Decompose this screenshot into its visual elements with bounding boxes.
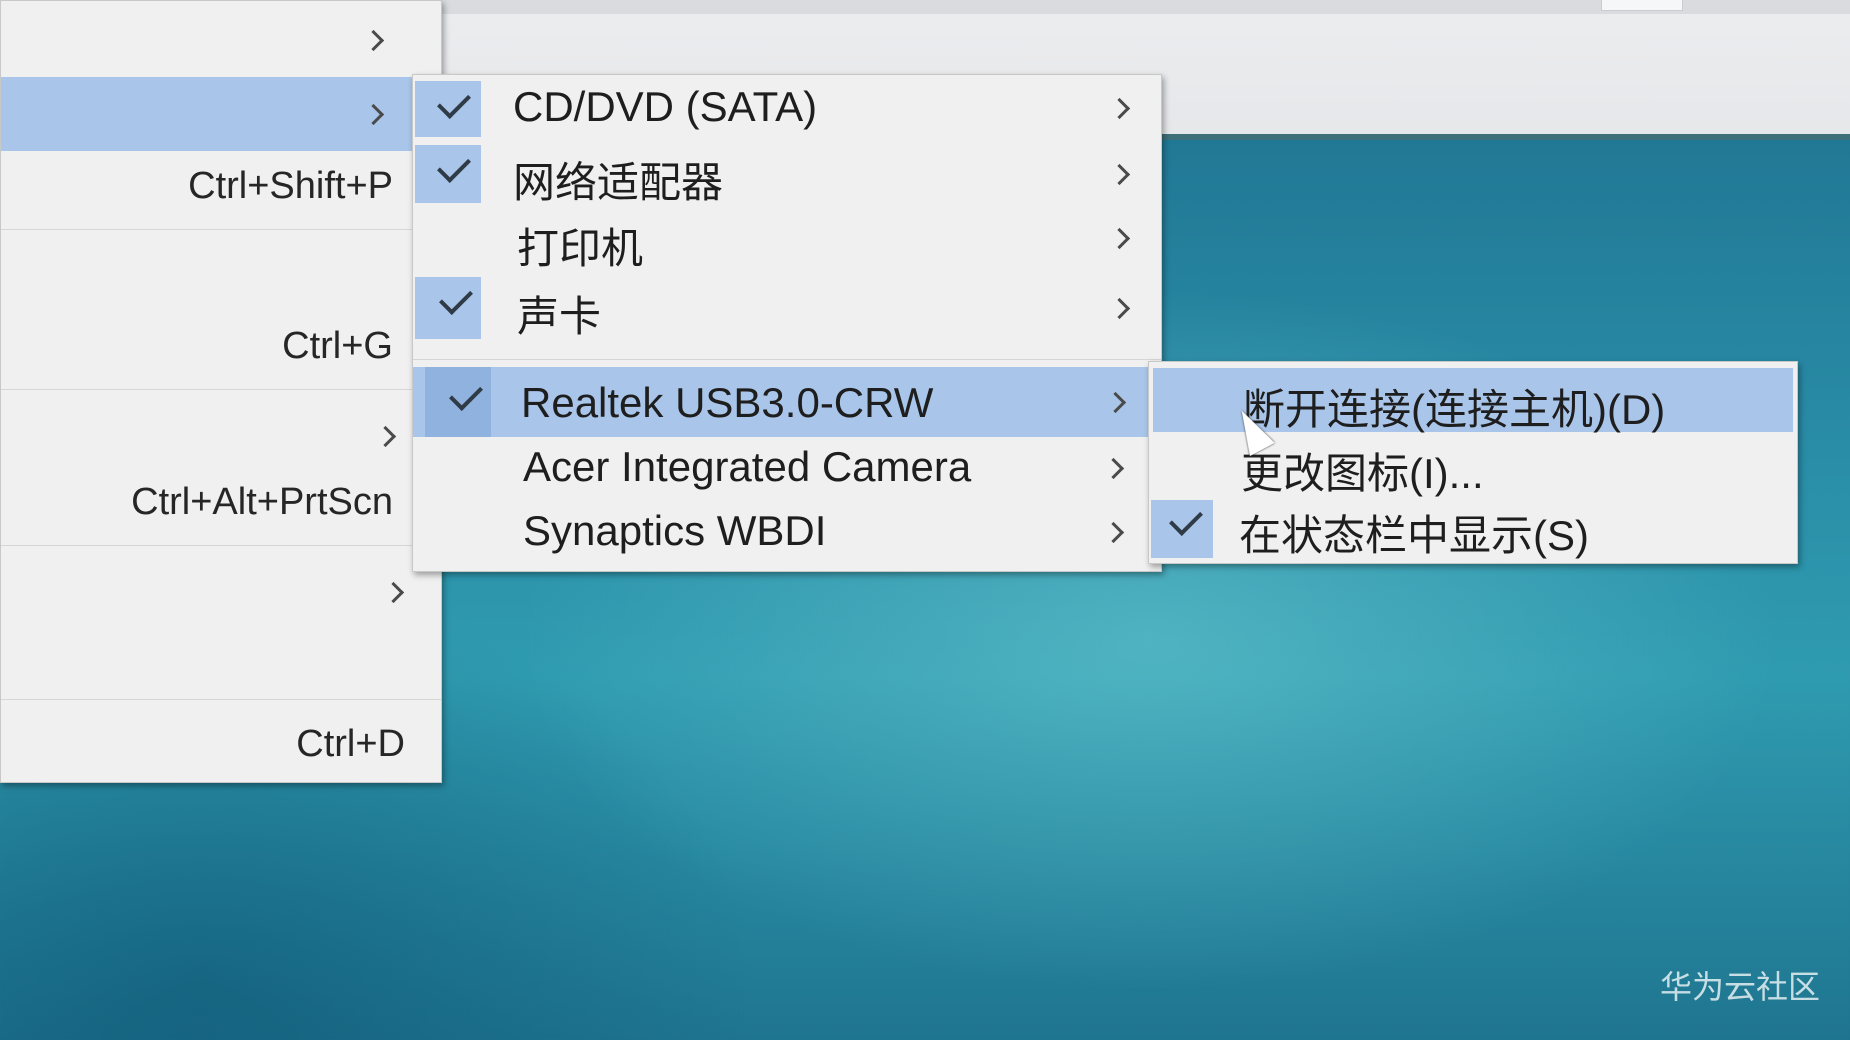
main-context-menu: Ctrl+Shift+P Ctrl+G Ctrl+Alt+PrtScn Ctrl… bbox=[0, 0, 442, 783]
submenu-arrow-icon bbox=[1102, 457, 1125, 480]
main-menu-item-1[interactable] bbox=[1, 1, 441, 75]
device-label: 声卡 bbox=[517, 293, 602, 340]
device-label: CD/DVD (SATA) bbox=[513, 83, 818, 130]
shortcut-text: Ctrl+Alt+PrtScn bbox=[131, 481, 393, 523]
device-label: Acer Integrated Camera bbox=[523, 443, 972, 490]
action-show-in-statusbar[interactable]: 在状态栏中显示(S) bbox=[1149, 496, 1797, 560]
submenu-arrow-icon bbox=[1102, 521, 1125, 544]
device-label: 网络适配器 bbox=[513, 159, 724, 206]
main-menu-item-3[interactable]: Ctrl+Shift+P bbox=[1, 153, 441, 225]
device-item-acer-camera[interactable]: Acer Integrated Camera bbox=[413, 437, 1161, 503]
shortcut-text: Ctrl+G bbox=[282, 325, 393, 367]
submenu-arrow-icon bbox=[1108, 297, 1131, 320]
device-label: 打印机 bbox=[517, 225, 644, 272]
action-label: 断开连接(连接主机)(D) bbox=[1243, 386, 1666, 433]
main-menu-item-devices[interactable] bbox=[1, 77, 441, 151]
device-item-network-adapter[interactable]: 网络适配器 bbox=[413, 141, 1161, 207]
submenu-arrow-icon bbox=[1104, 391, 1127, 414]
menu-separator bbox=[413, 359, 1161, 360]
main-menu-item-6[interactable]: Ctrl+Alt+PrtScn bbox=[1, 471, 441, 545]
window-tab[interactable] bbox=[1601, 0, 1683, 11]
action-label: 更改图标(I)... bbox=[1241, 450, 1484, 497]
main-menu-item-5[interactable] bbox=[1, 401, 441, 471]
submenu-arrow-icon bbox=[374, 425, 397, 448]
shortcut-text: Ctrl+D bbox=[296, 723, 405, 765]
submenu-arrow-icon bbox=[1108, 97, 1131, 120]
menu-separator bbox=[1, 699, 441, 700]
main-menu-item-7[interactable] bbox=[1, 557, 441, 627]
submenu-arrow-icon bbox=[1108, 227, 1131, 250]
device-actions-submenu: 断开连接(连接主机)(D) 更改图标(I)... 在状态栏中显示(S) bbox=[1148, 361, 1798, 564]
device-item-sound-card[interactable]: 声卡 bbox=[413, 273, 1161, 343]
submenu-arrow-icon bbox=[382, 581, 405, 604]
shortcut-text: Ctrl+Shift+P bbox=[188, 165, 393, 207]
device-label: Synaptics WBDI bbox=[523, 507, 827, 554]
device-item-synaptics-wbdi[interactable]: Synaptics WBDI bbox=[413, 503, 1161, 569]
submenu-arrow-icon bbox=[362, 103, 385, 126]
submenu-arrow-icon bbox=[362, 29, 385, 52]
watermark-logo: 华为云社区 bbox=[1659, 968, 1820, 1006]
device-item-cd-dvd[interactable]: CD/DVD (SATA) bbox=[413, 75, 1161, 141]
main-menu-item-4[interactable]: Ctrl+G bbox=[1, 311, 441, 387]
menu-separator bbox=[1, 229, 441, 230]
device-item-realtek-usb[interactable]: Realtek USB3.0-CRW bbox=[413, 367, 1161, 437]
device-label: Realtek USB3.0-CRW bbox=[521, 379, 934, 426]
main-menu-item-8[interactable]: Ctrl+D bbox=[1, 707, 441, 781]
action-label: 在状态栏中显示(S) bbox=[1239, 512, 1589, 559]
menu-separator bbox=[1, 545, 441, 546]
devices-submenu: CD/DVD (SATA) 网络适配器 打印机 声卡 Realtek USB3.… bbox=[412, 74, 1162, 572]
submenu-arrow-icon bbox=[1108, 163, 1131, 186]
menu-separator bbox=[1, 389, 441, 390]
device-item-printer[interactable]: 打印机 bbox=[413, 207, 1161, 273]
